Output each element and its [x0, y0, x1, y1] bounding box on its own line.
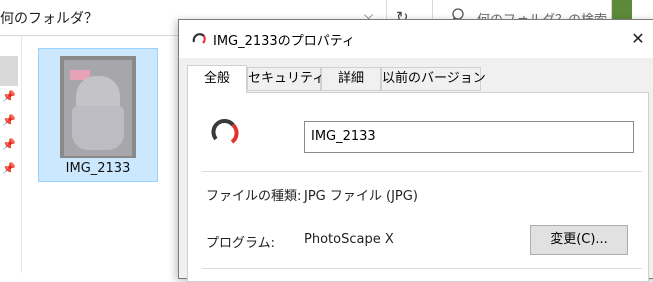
navigation-pane: 📌 📌 📌 📌: [0, 36, 22, 273]
program-value: PhotoScape X: [304, 232, 394, 247]
file-item-img-2133[interactable]: IMG_2133: [38, 48, 158, 182]
file-type-label: ファイルの種類:: [206, 189, 302, 204]
properties-dialog: IMG_2133のプロパティ ✕ 全般 セキュリティ 詳細 以前のバージョン I…: [178, 19, 653, 282]
dialog-title: IMG_2133のプロパティ: [213, 34, 355, 49]
change-program-button[interactable]: 変更(C)...: [530, 225, 628, 255]
divider: [202, 268, 642, 269]
file-thumbnail: [60, 56, 136, 158]
address-path: 何のフォルダ？: [0, 11, 98, 27]
photoscape-icon: [192, 33, 206, 44]
divider: [202, 171, 642, 172]
tab-previous-versions[interactable]: 以前のバージョン: [381, 67, 486, 91]
close-button[interactable]: ✕: [627, 28, 649, 50]
photoscape-icon: [211, 119, 239, 144]
pin-icon: 📌: [2, 90, 16, 103]
pin-icon: 📌: [2, 114, 16, 127]
file-name-label: IMG_2133: [65, 161, 131, 176]
program-label: プログラム:: [206, 236, 275, 251]
dialog-title-bar[interactable]: IMG_2133のプロパティ ✕: [179, 20, 653, 58]
file-type-value: JPG ファイル (JPG): [304, 189, 418, 204]
general-tab-panel: IMG_2133 ファイルの種類: JPG ファイル (JPG) プログラム: …: [187, 92, 649, 282]
nav-selected-item[interactable]: [0, 56, 18, 86]
tab-security[interactable]: セキュリティ: [247, 67, 325, 91]
tab-general[interactable]: 全般: [187, 65, 247, 93]
pin-icon: 📌: [2, 162, 16, 175]
tab-details[interactable]: 詳細: [321, 67, 381, 91]
pin-icon: 📌: [2, 138, 16, 151]
filename-input[interactable]: IMG_2133: [304, 121, 634, 153]
